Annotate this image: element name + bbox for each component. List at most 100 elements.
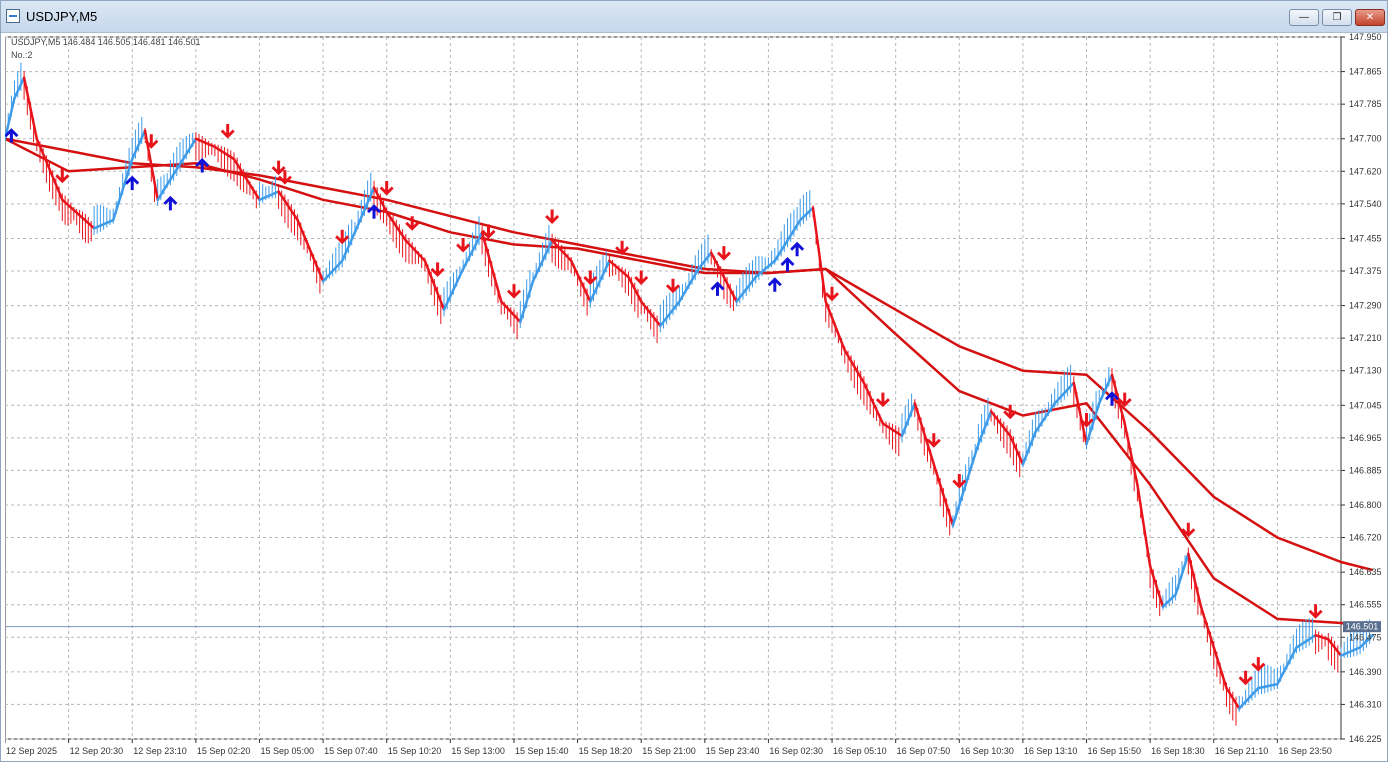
y-tick-label: 146.390 — [1349, 667, 1382, 677]
buy-arrow-icon — [163, 195, 178, 211]
sell-arrow-shape — [825, 286, 839, 302]
x-tick-label: 15 Sep 07:40 — [324, 746, 378, 756]
chart-svg[interactable]: 147.950 147.865 147.785 147.700 147.620 147.5… — [3, 32, 1385, 759]
x-tick-label: 15 Sep 21:00 — [642, 746, 696, 756]
sell-arrow-shape — [335, 229, 350, 245]
buy-arrow-icon — [367, 204, 381, 219]
sell-arrow-icon — [825, 286, 839, 302]
x-tick-label: 15 Sep 10:20 — [388, 746, 442, 756]
x-tick-label: 16 Sep 05:10 — [833, 746, 887, 756]
y-tick-label: 147.210 — [1349, 333, 1382, 343]
price-segment-down — [811, 206, 827, 303]
sell-arrow-shape — [220, 124, 235, 139]
x-tick-label: 12 Sep 23:10 — [133, 746, 187, 756]
y-tick-label: 147.045 — [1349, 400, 1382, 410]
y-tick-label: 147.375 — [1349, 266, 1382, 276]
moving-averages — [4, 137, 1374, 629]
sell-arrow-icon — [634, 270, 649, 285]
buy-arrow-shape — [195, 158, 210, 173]
y-tick-label: 147.540 — [1349, 199, 1382, 209]
sell-arrow-shape — [1003, 404, 1018, 420]
x-tick-label: 16 Sep 23:50 — [1278, 746, 1332, 756]
moving-average-line-1 — [4, 137, 1373, 629]
buy-arrow-shape — [367, 204, 381, 219]
sell-arrow-shape — [379, 181, 394, 196]
chart-window-icon — [6, 9, 20, 23]
sell-arrow-shape — [716, 246, 731, 261]
x-tick-label: 15 Sep 13:00 — [451, 746, 505, 756]
sell-arrow-shape — [545, 209, 560, 224]
y-tick-label: 147.700 — [1349, 134, 1382, 144]
sell-arrow-icon — [583, 270, 598, 285]
y-tick-label: 146.635 — [1349, 567, 1382, 577]
price-chart[interactable]: 147.950 147.865 147.785 147.700 147.620 147.5… — [3, 32, 1385, 759]
restore-button[interactable]: ❐ — [1322, 9, 1352, 26]
buy-arrow-icon — [767, 277, 782, 292]
y-tick-label: 147.455 — [1349, 233, 1382, 243]
indicator-label: No.:2 — [11, 50, 33, 60]
price-segment-down — [1136, 483, 1152, 568]
x-tick-label: 16 Sep 21:10 — [1215, 746, 1269, 756]
sell-arrow-shape — [1238, 670, 1253, 686]
price-segment-down — [926, 442, 942, 486]
minimize-button[interactable]: — — [1289, 9, 1319, 26]
buy-arrow-shape — [790, 241, 805, 257]
y-tick-label: 147.950 — [1349, 33, 1382, 42]
x-tick-label: 12 Sep 20:30 — [70, 746, 124, 756]
x-tick-label: 15 Sep 02:20 — [197, 746, 251, 756]
buy-arrow-icon — [790, 241, 805, 257]
chart-header: USDJPY,M5 146.484 146.505 146.481 146.50… — [11, 37, 200, 47]
x-tick-label: 16 Sep 02:30 — [769, 746, 823, 756]
price-line-group — [3, 76, 1375, 710]
x-tick-label: 16 Sep 13:10 — [1024, 746, 1078, 756]
y-tick-label: 146.225 — [1349, 734, 1382, 744]
price-segment-down — [296, 218, 325, 283]
x-tick-label: 16 Sep 15:50 — [1088, 746, 1142, 756]
x-tick-label: 15 Sep 15:40 — [515, 746, 569, 756]
buy-arrow-icon — [195, 158, 210, 173]
y-tick-label: 147.290 — [1349, 301, 1382, 311]
y-tick-label: 146.720 — [1349, 533, 1382, 543]
x-tick-label: 16 Sep 10:30 — [960, 746, 1014, 756]
buy-arrow-shape — [163, 195, 178, 211]
x-tick-label: 16 Sep 18:30 — [1151, 746, 1205, 756]
x-tick-label: 12 Sep 2025 — [6, 746, 57, 756]
sell-arrow-icon — [430, 262, 445, 277]
current-price-label: 146.501 — [1346, 622, 1379, 632]
buy-arrow-shape — [780, 257, 795, 272]
sell-arrow-shape — [1308, 604, 1323, 619]
y-tick-label: 146.965 — [1349, 433, 1382, 443]
signal-arrows — [4, 124, 1323, 686]
buy-arrow-icon — [780, 257, 795, 272]
sell-arrow-shape — [507, 284, 521, 299]
y-tick-label: 147.865 — [1349, 67, 1382, 77]
sell-arrow-icon — [1238, 670, 1253, 686]
price-segment-up — [1174, 552, 1190, 596]
y-tick-label: 146.475 — [1349, 632, 1382, 642]
sell-arrow-shape — [583, 270, 598, 285]
y-tick-label: 146.885 — [1349, 465, 1382, 475]
current-price-tag: 146.501 — [1343, 621, 1381, 633]
window-title: USDJPY,M5 — [26, 9, 98, 24]
sell-arrow-icon — [1251, 657, 1266, 672]
sell-arrow-icon — [335, 229, 350, 245]
buy-arrow-shape — [767, 277, 782, 292]
price-segment-up — [13, 76, 26, 100]
price-segment-up — [964, 442, 980, 486]
sell-arrow-icon — [545, 209, 560, 224]
sell-arrow-shape — [634, 270, 649, 285]
sell-arrow-shape — [430, 262, 445, 277]
sell-arrow-icon — [716, 246, 731, 261]
buy-arrow-icon — [710, 281, 725, 296]
x-tick-label: 16 Sep 07:50 — [897, 746, 951, 756]
y-tick-label: 147.620 — [1349, 166, 1382, 176]
buy-arrow-shape — [710, 281, 725, 296]
sell-arrow-icon — [666, 278, 680, 294]
y-tick-label: 146.310 — [1349, 699, 1382, 709]
close-button[interactable]: ✕ — [1355, 9, 1385, 26]
sell-arrow-icon — [379, 181, 394, 196]
title-bar: USDJPY,M5 — ❐ ✕ — [1, 1, 1387, 33]
sell-arrow-icon — [456, 238, 471, 253]
y-tick-label: 146.800 — [1349, 500, 1382, 510]
sell-arrow-shape — [666, 278, 680, 294]
